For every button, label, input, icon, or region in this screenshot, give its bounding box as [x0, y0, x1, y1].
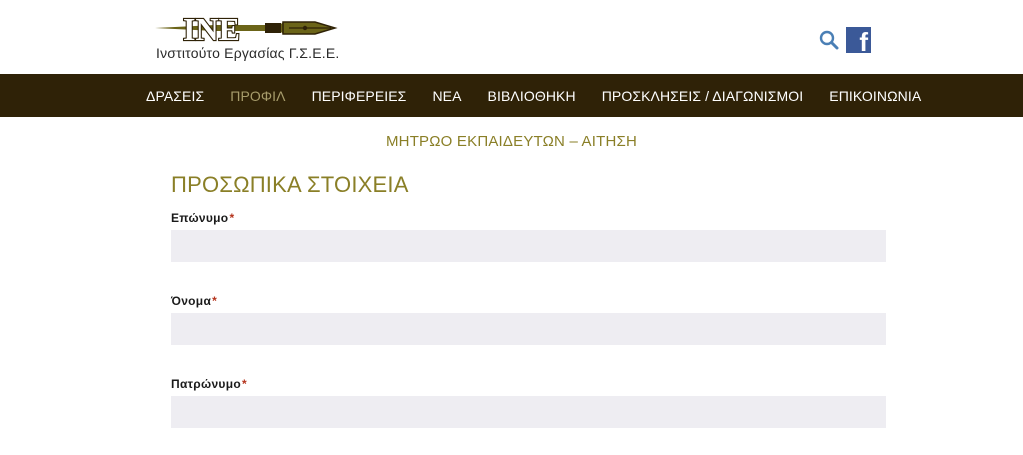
section-title: ΠΡΟΣΩΠΙΚΑ ΣΤΟΙΧΕΙΑ — [171, 172, 409, 197]
main-nav: ΔΡΑΣΕΙΣ ΠΡΟΦΙΛ ΠΕΡΙΦΕΡΕΙΕΣ ΝΕΑ ΒΙΒΛΙΟΘΗΚ… — [0, 74, 1023, 117]
name-label-text: Όνομα — [171, 294, 212, 308]
surname-label: Επώνυμο* — [171, 211, 234, 225]
patronymic-input[interactable] — [171, 396, 886, 428]
name-label: Όνομα* — [171, 294, 217, 308]
logo-pen-icon: INE — [155, 12, 338, 46]
name-input[interactable] — [171, 313, 886, 345]
patronymic-label: Πατρώνυμο* — [171, 377, 247, 391]
nav-item-profil[interactable]: ΠΡΟΦΙΛ — [230, 88, 285, 104]
required-marker: * — [242, 377, 247, 391]
search-button[interactable] — [818, 29, 840, 51]
nav-item-prosklíseis[interactable]: ΠΡΟΣΚΛΗΣΕΙΣ / ΔΙΑΓΩΝΙΣΜΟΙ — [602, 88, 804, 104]
facebook-icon: f — [859, 27, 868, 53]
facebook-button[interactable]: f — [846, 27, 871, 53]
patronymic-label-text: Πατρώνυμο — [171, 377, 241, 391]
nav-item-vivliothiki[interactable]: ΒΙΒΛΙΟΘΗΚΗ — [488, 88, 576, 104]
site-header: INE Ινστιτούτο Εργασίας Γ.Σ.Ε.Ε. f — [0, 0, 1023, 74]
nav-item-nea[interactable]: ΝΕΑ — [432, 88, 461, 104]
logo-letters: INE — [183, 12, 240, 46]
required-marker: * — [229, 211, 235, 225]
search-icon — [819, 30, 839, 50]
surname-input[interactable] — [171, 230, 886, 262]
surname-label-text: Επώνυμο — [171, 211, 229, 225]
header-icons: f — [818, 26, 871, 54]
logo-subtitle: Ινστιτούτο Εργασίας Γ.Σ.Ε.Ε. — [156, 45, 340, 61]
required-marker: * — [212, 294, 218, 308]
nav-item-perifereies[interactable]: ΠΕΡΙΦΕΡΕΙΕΣ — [312, 88, 407, 104]
page-heading: ΜΗΤΡΩΟ ΕΚΠΑΙΔΕΥΤΩΝ – ΑΙΤΗΣΗ — [385, 133, 638, 150]
nav-item-epikoinonia[interactable]: ΕΠΙΚΟΙΝΩΝΙΑ — [829, 88, 921, 104]
site-logo[interactable]: INE Ινστιτούτο Εργασίας Γ.Σ.Ε.Ε. — [155, 12, 340, 64]
nav-menu: ΔΡΑΣΕΙΣ ΠΡΟΦΙΛ ΠΕΡΙΦΕΡΕΙΕΣ ΝΕΑ ΒΙΒΛΙΟΘΗΚ… — [146, 74, 921, 117]
nav-item-draseis[interactable]: ΔΡΑΣΕΙΣ — [146, 88, 204, 104]
